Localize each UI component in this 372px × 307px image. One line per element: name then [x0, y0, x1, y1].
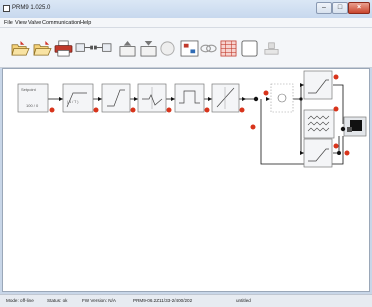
menu-view[interactable]: View [15, 20, 27, 26]
menu-valve[interactable]: Valve [28, 20, 41, 26]
valve-output-block[interactable] [343, 116, 367, 137]
limiter-block[interactable] [101, 83, 131, 113]
menu-help[interactable]: Help [80, 20, 91, 26]
save-folder-icon[interactable] [33, 40, 52, 57]
maximize-button[interactable]: □ [332, 2, 348, 14]
open-folder-icon[interactable] [11, 40, 30, 57]
disabled-circle-icon[interactable] [158, 40, 177, 57]
deadband-block[interactable] [137, 83, 167, 113]
pid-lower-block[interactable] [303, 138, 333, 168]
upload-icon[interactable] [118, 40, 137, 57]
ramp-label: ( 1 / T ) [67, 100, 79, 104]
download-icon[interactable] [139, 40, 158, 57]
print-icon[interactable] [54, 40, 73, 57]
menu-file[interactable]: File [4, 20, 13, 26]
status-mode: Mode: off-line [6, 298, 34, 303]
tune-icon[interactable] [180, 40, 199, 57]
menu-communication[interactable]: Communication [42, 20, 80, 26]
link-icon[interactable] [199, 40, 218, 57]
receive-icon[interactable] [93, 40, 112, 57]
close-button[interactable]: × [348, 2, 370, 14]
status-part-number: PRM9-06.2Z11/33-2/400/202 [133, 298, 193, 303]
characteristic-block[interactable] [211, 83, 240, 113]
minimize-button[interactable]: – [316, 2, 332, 14]
pid-upper-block[interactable] [303, 70, 333, 100]
setpoint-label: Setpoint [21, 87, 36, 92]
title-bar: PRM9 1.025.0 – □ × [0, 0, 372, 18]
app-icon [3, 5, 10, 12]
status-ok: Status: ok [47, 298, 68, 303]
dither-block[interactable] [303, 109, 335, 139]
pulse-block[interactable] [174, 83, 205, 113]
ramp-block[interactable] [62, 83, 94, 113]
setpoint-value: 100 / 0 [26, 103, 39, 108]
toolbar [0, 28, 372, 68]
window-title: PRM9 1.025.0 [12, 5, 51, 11]
diagram-canvas: Setpoint 100 / 0 ( 1 / T ) [2, 68, 370, 292]
status-file: untitled [236, 298, 251, 303]
menu-bar: File View Valve Communication Help [0, 18, 372, 28]
comparator-block[interactable] [270, 83, 294, 113]
status-fw-version: FW Version: N/A [82, 298, 116, 303]
grid-calculator-icon[interactable] [219, 40, 238, 57]
blank-panel-icon[interactable] [240, 40, 259, 57]
status-bar: Mode: off-line Status: ok FW Version: N/… [0, 294, 372, 307]
stamp-icon[interactable] [262, 40, 281, 57]
send-icon[interactable] [75, 40, 94, 57]
